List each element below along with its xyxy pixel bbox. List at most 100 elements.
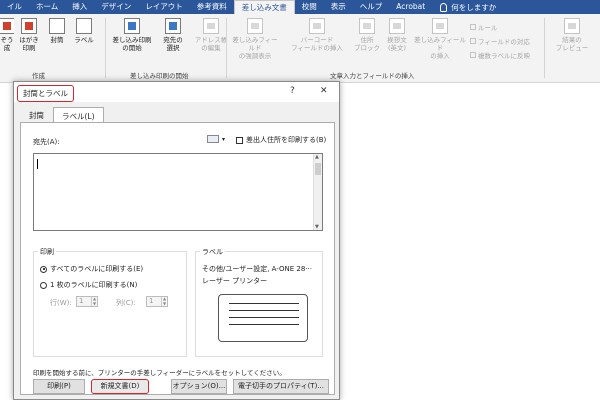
envelope-icon: [49, 18, 65, 34]
tab-help[interactable]: ヘルプ: [353, 0, 390, 14]
greeting-icon: [389, 18, 405, 34]
help-button[interactable]: ?: [290, 86, 295, 96]
single-label-radio[interactable]: 1 枚のラベルに印刷する(N): [40, 280, 137, 290]
tab-review[interactable]: 校閲: [295, 0, 324, 14]
scroll-up-icon[interactable]: ▲: [315, 154, 319, 160]
tab-references[interactable]: 参考資料: [190, 0, 234, 14]
lightbulb-icon: [440, 2, 448, 12]
tab-mailings[interactable]: 差し込み文書: [233, 0, 295, 14]
feeder-note: 印刷を開始する前に、プリンターの手差しフィーダーにラベルをセットしてください。: [33, 369, 286, 377]
checkbox-icon: [236, 136, 243, 144]
tab-layout[interactable]: レイアウト: [138, 0, 190, 14]
omit-return-address-checkbox[interactable]: 差出人住所を印刷する(B): [236, 135, 326, 145]
start-mail-merge-button[interactable]: 差し込み印刷 の開始: [110, 18, 154, 52]
preview-icon: [564, 18, 580, 34]
address-block-button[interactable]: 住所 ブロック: [354, 18, 380, 52]
update-labels-button[interactable]: 複数ラベルに反映: [470, 50, 530, 60]
dialog-titlebar: 封筒とラベル ? ✕: [14, 82, 339, 102]
radio-icon: [40, 281, 47, 289]
tell-me-search[interactable]: 何をしますか: [432, 2, 496, 13]
postcard-print-button[interactable]: はがき 印刷: [16, 18, 42, 52]
print-legend: 印刷: [38, 247, 56, 257]
address-book-dropdown[interactable]: ▾: [207, 135, 225, 143]
column-label: 列(C):: [116, 299, 136, 307]
highlight-merge-fields-button[interactable]: 差し込みフィールド の強調表示: [230, 18, 280, 60]
tab-acrobat[interactable]: Acrobat: [389, 0, 432, 14]
preview-line: [229, 310, 299, 311]
tab-file[interactable]: イル: [0, 0, 29, 14]
ribbon-tab-bar: イル ホーム 挿入 デザイン レイアウト 参考資料 差し込み文書 校閲 表示 ヘ…: [0, 0, 600, 14]
close-button[interactable]: ✕: [320, 86, 328, 96]
highlight-icon: [247, 18, 263, 34]
group-separator: [105, 18, 106, 78]
print-fieldset: 印刷 すべてのラベルに印刷する(E) 1 枚のラベルに印刷する(N) 行(W):…: [33, 247, 187, 357]
address-label: 宛先(A):: [33, 138, 60, 146]
envelopes-labels-dialog: 封筒とラベル ? ✕ 封筒 ラベル(L) 宛先(A): ▾ 差出人住所を印刷する…: [13, 81, 340, 400]
radio-selected-icon: [40, 265, 47, 273]
address-scrollbar[interactable]: ▲ ▼: [313, 154, 322, 230]
print-button[interactable]: 印刷(P): [33, 379, 85, 394]
text-cursor: [37, 159, 38, 169]
barcode-icon: [309, 18, 325, 34]
preview-results-button[interactable]: 結果の プレビュー: [552, 18, 592, 52]
recipients-icon: [165, 18, 181, 34]
update-labels-icon: [470, 52, 476, 58]
address-textarea[interactable]: ▲ ▼: [33, 153, 323, 231]
labels-button[interactable]: ラベル: [72, 18, 96, 44]
match-fields-button[interactable]: フィールドの対応: [470, 36, 530, 46]
insert-merge-field-button[interactable]: 差し込みフィールド の挿入: [414, 18, 466, 60]
options-button[interactable]: オプション(O)...: [171, 379, 227, 394]
group-separator: [544, 18, 545, 78]
labels-panel: 宛先(A): ▾ 差出人住所を印刷する(B) ▲ ▼ 印刷 すべてのラベルに印刷…: [20, 122, 335, 395]
select-recipients-button[interactable]: 宛先の 選択: [156, 18, 190, 52]
new-document-button[interactable]: 新規文書(D): [91, 379, 149, 394]
ribbon: ぞう 成 はがき 印刷 封筒 ラベル 作成 差し込み印刷 の開始 宛先の 選択 …: [0, 14, 600, 83]
address-book-icon: [207, 135, 219, 143]
full-page-radio[interactable]: すべてのラベルに印刷する(E): [40, 264, 143, 274]
dialog-title: 封筒とラベル: [17, 85, 74, 102]
address-book-icon: [203, 18, 219, 34]
postcard-icon: [21, 18, 37, 34]
label-fieldset[interactable]: ラベル その他/ユーザー設定, A-ONE 28··· レーザー プリンター: [195, 247, 323, 357]
spinner-arrows-icon[interactable]: ▲ ▼: [161, 296, 167, 306]
epostage-properties-button[interactable]: 電子切手のプロパティ(T)...: [233, 379, 329, 394]
tab-insert[interactable]: 挿入: [65, 0, 94, 14]
row-spinner[interactable]: 1 ▲ ▼: [76, 296, 98, 307]
tab-view[interactable]: 表示: [324, 0, 353, 14]
rules-icon: [470, 24, 476, 30]
rules-button[interactable]: ルール: [470, 22, 498, 32]
spinner-arrows-icon[interactable]: ▲ ▼: [91, 296, 97, 306]
group-separator: [226, 18, 227, 78]
start-group-label: 差し込み印刷の開始: [130, 72, 189, 80]
scroll-down-icon[interactable]: ▼: [315, 224, 319, 230]
match-fields-icon: [470, 38, 476, 44]
scroll-thumb[interactable]: [315, 163, 321, 175]
column-spinner[interactable]: 1 ▲ ▼: [146, 296, 168, 307]
document-icon: [0, 18, 14, 34]
label-vendor-text: その他/ユーザー設定, A-ONE 28···: [202, 265, 313, 273]
edit-recipient-list-button[interactable]: アドレス帳 の編集: [192, 18, 230, 52]
create-group-label: 作成: [32, 72, 45, 80]
tab-home[interactable]: ホーム: [29, 0, 65, 14]
omit-return-address-label: 差出人住所を印刷する(B): [246, 136, 327, 144]
dropdown-arrow-icon: ▾: [222, 135, 226, 143]
mail-merge-icon: [124, 18, 140, 34]
tab-design[interactable]: デザイン: [94, 0, 138, 14]
label-type-text: レーザー プリンター: [202, 277, 268, 285]
label-preview-image[interactable]: [218, 294, 308, 342]
insert-barcode-field-button[interactable]: バーコード フィールドの挿入: [290, 18, 344, 52]
insert-group-label: 文章入力とフィールドの挿入: [330, 72, 415, 80]
envelopes-button[interactable]: 封筒: [46, 18, 68, 44]
create-merge-button[interactable]: ぞう 成: [0, 18, 14, 52]
row-value: 1: [79, 297, 84, 305]
tell-me-text: 何をしますか: [451, 2, 497, 12]
single-label-text: 1 枚のラベルに印刷する(N): [50, 281, 138, 289]
label-icon: [76, 18, 92, 34]
label-legend: ラベル: [200, 247, 225, 257]
address-block-icon: [359, 18, 375, 34]
merge-field-icon: [432, 18, 448, 34]
preview-line: [229, 317, 299, 318]
row-label: 行(W):: [50, 299, 72, 307]
greeting-line-button[interactable]: 挨拶文 (英文): [382, 18, 412, 52]
preview-line: [229, 303, 299, 304]
